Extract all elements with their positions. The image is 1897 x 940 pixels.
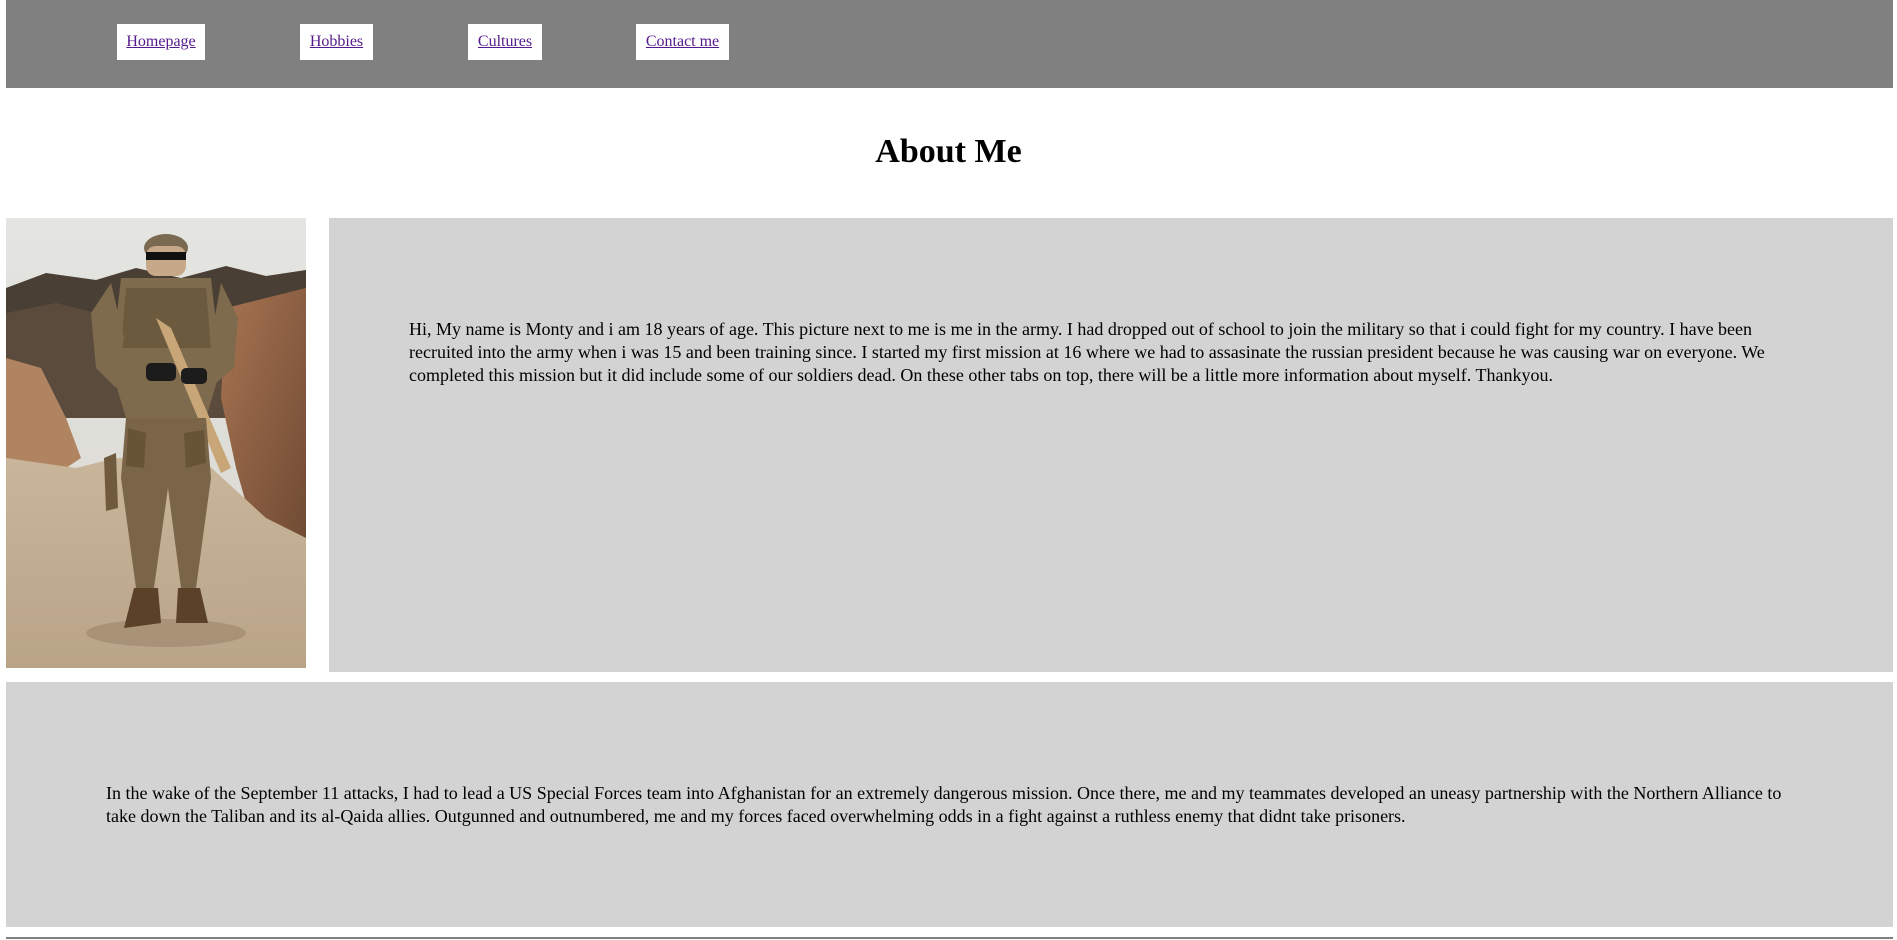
bottom-divider — [6, 937, 1893, 939]
about-panel: Hi, My name is Monty and i am 18 years o… — [329, 218, 1893, 672]
nav-link-cultures[interactable]: Cultures — [468, 24, 542, 60]
top-navigation-bar: Homepage Hobbies Cultures Contact me — [6, 0, 1893, 88]
nav-link-contact-me[interactable]: Contact me — [636, 24, 729, 60]
nav-link-homepage[interactable]: Homepage — [117, 24, 205, 60]
page: Homepage Hobbies Cultures Contact me Abo… — [0, 0, 1897, 940]
nav-link-hobbies[interactable]: Hobbies — [300, 24, 373, 60]
soldier-photo — [6, 218, 306, 668]
about-text: Hi, My name is Monty and i am 18 years o… — [409, 319, 1765, 385]
page-title: About Me — [875, 133, 1022, 170]
mission-text: In the wake of the September 11 attacks,… — [106, 783, 1782, 826]
mission-panel: In the wake of the September 11 attacks,… — [6, 682, 1893, 927]
